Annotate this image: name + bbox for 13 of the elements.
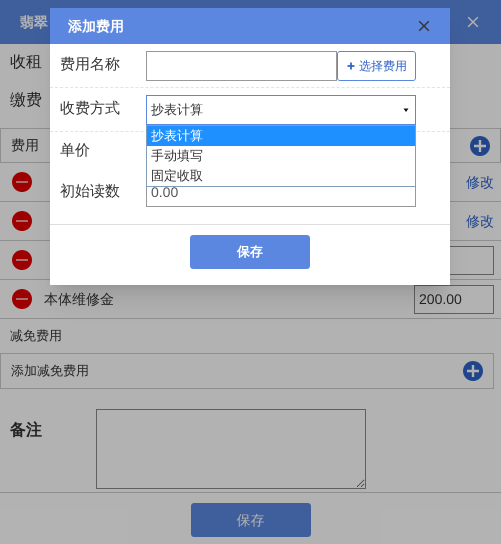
section-label: 减免费用 xyxy=(10,327,62,346)
field-label: 费用名称 xyxy=(60,55,121,76)
field-label: 初始读数 xyxy=(60,182,121,202)
dialog-title: 添加费用 xyxy=(68,16,124,36)
section-label: 费用 xyxy=(11,136,39,155)
add-discount-label: 添加减免费用 xyxy=(11,362,89,380)
field-label: 收租 xyxy=(10,53,42,73)
remark-label: 备注 xyxy=(10,420,43,441)
page-title: 翡翠 xyxy=(20,12,48,32)
field-label: 缴费 xyxy=(10,90,42,111)
fee-name: 本体维修金 xyxy=(44,290,114,308)
field-label: 单价 xyxy=(60,140,91,161)
field-label: 收费方式 xyxy=(60,99,121,120)
